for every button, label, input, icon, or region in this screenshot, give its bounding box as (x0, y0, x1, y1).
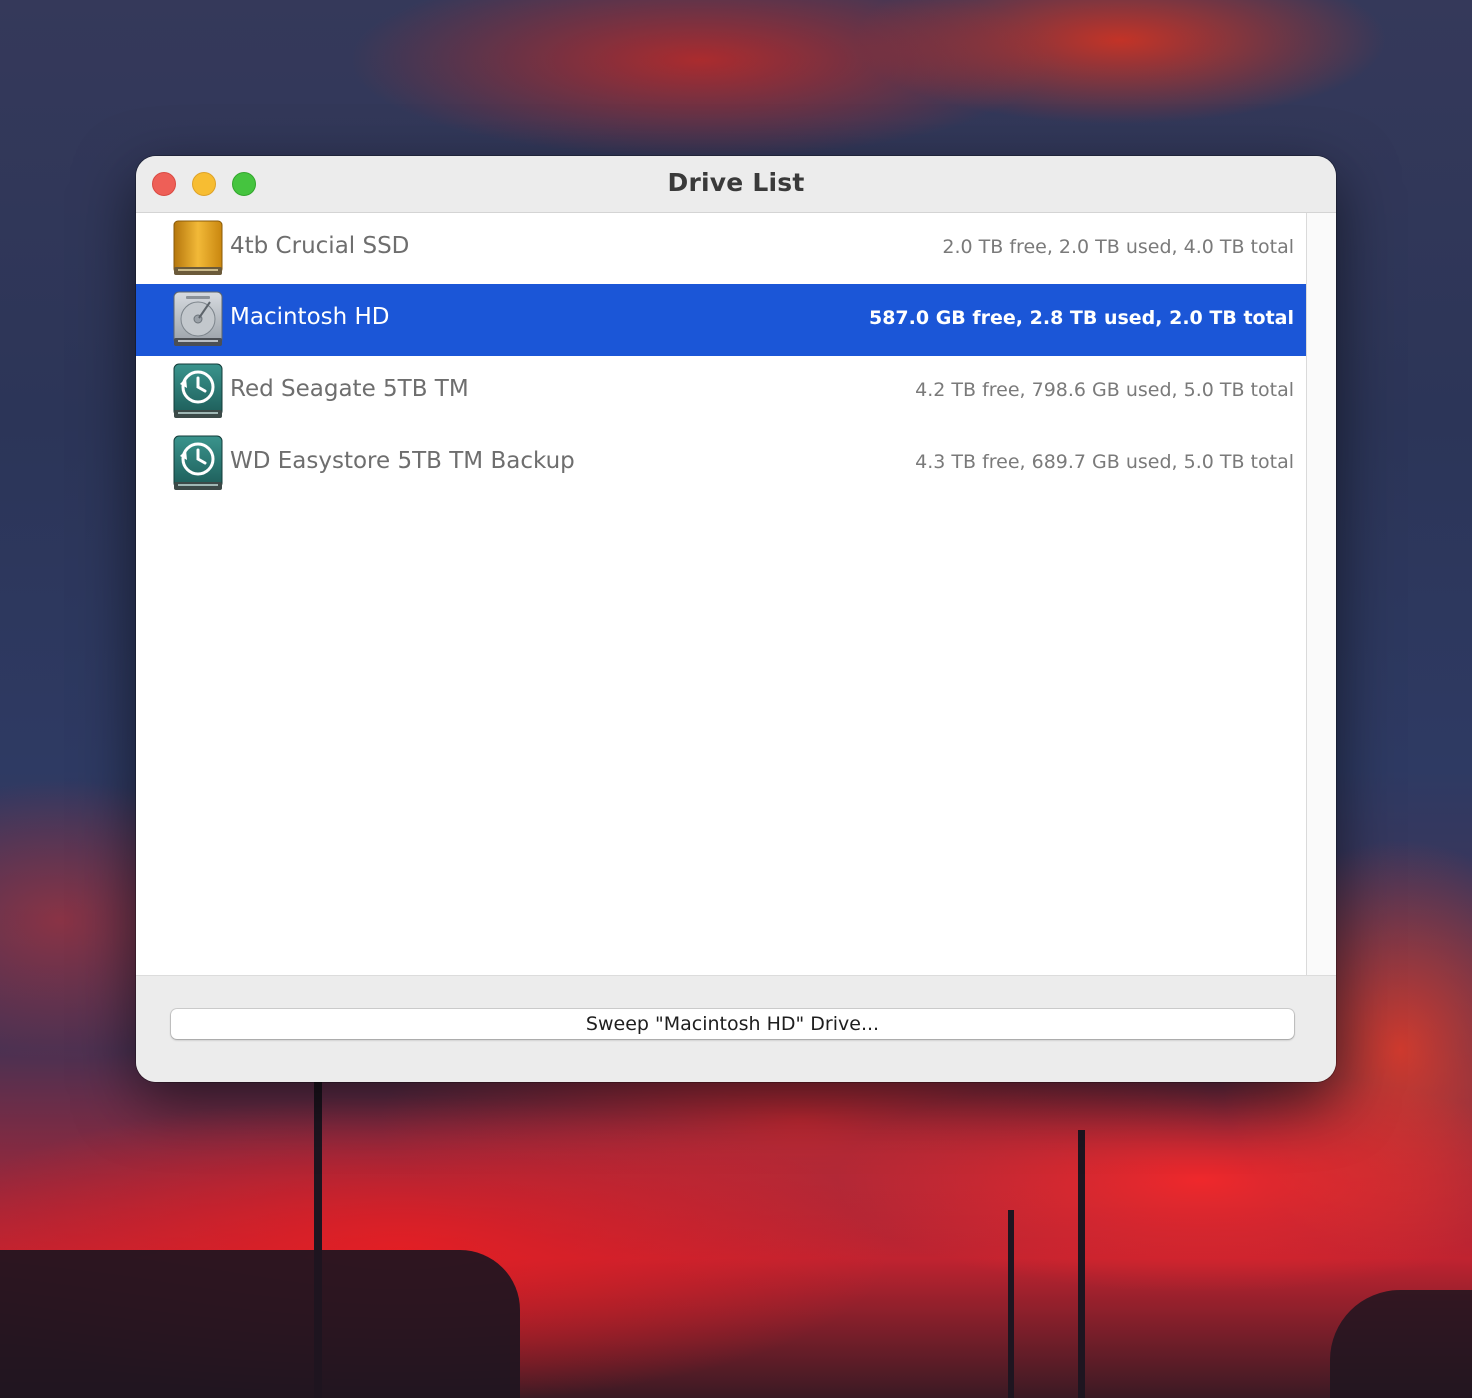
drive-usage-stats: 4.3 TB free, 689.7 GB used, 5.0 TB total (915, 451, 1294, 473)
window-title: Drive List (667, 168, 805, 197)
footer-bar: Sweep "Macintosh HD" Drive... (136, 975, 1336, 1082)
wallpaper-trees (1330, 1290, 1472, 1398)
drive-name: Red Seagate 5TB TM (230, 376, 469, 402)
drive-name: WD Easystore 5TB TM Backup (230, 448, 575, 474)
drive-list-window: Drive List 4tb Crucial SSD 2.0 TB free, … (136, 156, 1336, 1082)
external-drive-icon (168, 219, 228, 279)
scrollbar-track[interactable] (1306, 213, 1336, 975)
wallpaper-pole (1008, 1210, 1014, 1398)
time-machine-drive-icon (168, 362, 228, 422)
drive-list: 4tb Crucial SSD 2.0 TB free, 2.0 TB used… (136, 213, 1306, 975)
wallpaper-rooftops (0, 1250, 520, 1398)
title-bar: Drive List (136, 156, 1336, 213)
internal-hard-drive-icon (168, 290, 228, 350)
drive-name: 4tb Crucial SSD (230, 233, 410, 259)
sweep-drive-button[interactable]: Sweep "Macintosh HD" Drive... (171, 1009, 1294, 1039)
drive-name: Macintosh HD (230, 304, 390, 330)
drive-row-red-seagate-5tb-tm[interactable]: Red Seagate 5TB TM 4.2 TB free, 798.6 GB… (136, 356, 1306, 428)
drive-row-4tb-crucial-ssd[interactable]: 4tb Crucial SSD 2.0 TB free, 2.0 TB used… (136, 213, 1306, 285)
drive-row-macintosh-hd[interactable]: Macintosh HD 587.0 GB free, 2.8 TB used,… (136, 284, 1306, 356)
drive-usage-stats: 2.0 TB free, 2.0 TB used, 4.0 TB total (942, 236, 1294, 258)
drive-row-wd-easystore-5tb-tm-backup[interactable]: WD Easystore 5TB TM Backup 4.3 TB free, … (136, 428, 1306, 500)
wallpaper-pole (1078, 1130, 1085, 1398)
time-machine-drive-icon (168, 434, 228, 494)
drive-usage-stats: 587.0 GB free, 2.8 TB used, 2.0 TB total (868, 307, 1294, 329)
drive-usage-stats: 4.2 TB free, 798.6 GB used, 5.0 TB total (915, 379, 1294, 401)
